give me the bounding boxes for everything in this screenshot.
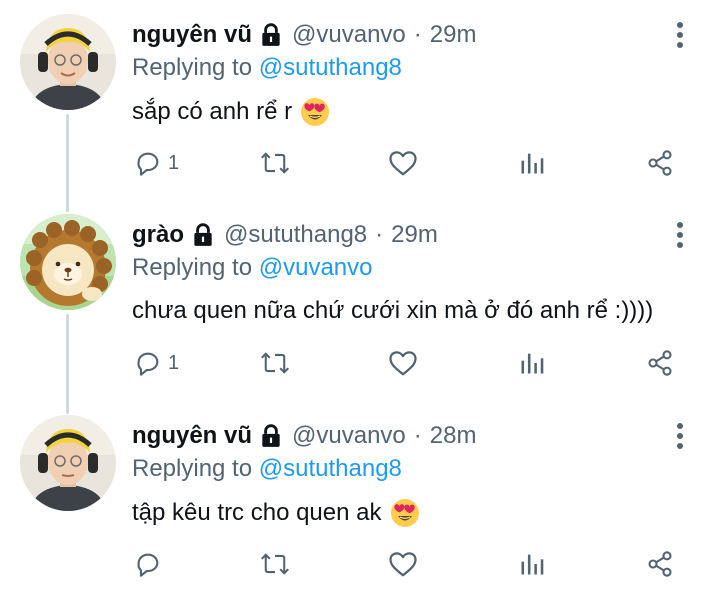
- tweet-text: sắp có anh rể r: [132, 97, 330, 127]
- share-button[interactable]: [646, 346, 674, 380]
- display-name[interactable]: grào: [132, 221, 184, 249]
- like-button[interactable]: [388, 346, 418, 380]
- tweet-text-content: chưa quen nữa chứ cưới xin mà ở đó anh r…: [132, 297, 654, 324]
- separator-dot: ·: [413, 422, 422, 449]
- heart-icon: [389, 552, 417, 577]
- display-name[interactable]: nguyên vũ: [132, 21, 252, 49]
- more-options-icon[interactable]: [668, 220, 692, 250]
- display-name[interactable]: nguyên vũ: [132, 422, 252, 450]
- timestamp[interactable]: 29m: [391, 221, 438, 249]
- reply-button[interactable]: 1: [134, 146, 179, 180]
- timestamp[interactable]: 28m: [430, 422, 477, 450]
- replying-to-label: Replying to: [132, 54, 253, 81]
- heart-icon: [389, 351, 417, 376]
- person-avatar-image: [20, 415, 116, 511]
- share-button[interactable]: [646, 146, 674, 180]
- share-icon: [648, 150, 672, 176]
- retweet-button[interactable]: [260, 547, 290, 581]
- analytics-button[interactable]: [518, 146, 546, 180]
- tweet-text: tập kêu trc cho quen ak: [132, 498, 420, 528]
- timestamp[interactable]: 29m: [430, 21, 477, 49]
- replying-to-line: Replying to @sututhang8: [132, 455, 402, 483]
- reply-count: 1: [168, 151, 180, 174]
- avatar[interactable]: [20, 14, 116, 110]
- retweet-button[interactable]: [260, 346, 290, 380]
- tweet-actions: [0, 547, 720, 581]
- retweet-icon: [260, 553, 290, 575]
- like-button[interactable]: [388, 547, 418, 581]
- replying-to-label: Replying to: [132, 455, 253, 482]
- tweet-actions: 1: [0, 146, 720, 180]
- retweet-icon: [260, 352, 290, 374]
- tweet-header: nguyên vũ @vuvanvo · 28m: [132, 419, 476, 453]
- reply-icon: [137, 152, 159, 176]
- tweet[interactable]: nguyên vũ @vuvanvo · 28m Replying to @su…: [0, 401, 720, 601]
- replying-to-line: Replying to @sututhang8: [132, 54, 402, 82]
- avatar[interactable]: [20, 415, 116, 511]
- user-handle[interactable]: @vuvanvo: [292, 422, 406, 450]
- person-avatar-image: [20, 14, 116, 110]
- separator-dot: ·: [375, 221, 384, 248]
- mention-link[interactable]: @vuvanvo: [259, 254, 373, 281]
- tweet[interactable]: nguyên vũ @vuvanvo · 29m Replying to @su…: [0, 0, 720, 200]
- analytics-icon: [521, 353, 544, 374]
- tweet-header: nguyên vũ @vuvanvo · 29m: [132, 18, 476, 52]
- more-options-icon[interactable]: [668, 421, 692, 451]
- reply-icon: [137, 553, 159, 577]
- tweet-actions: 1: [0, 346, 720, 380]
- heart-icon: [389, 151, 417, 176]
- replying-to-label: Replying to: [132, 254, 253, 281]
- heart-eyes-emoji-icon: [390, 499, 419, 527]
- avatar[interactable]: [20, 214, 116, 310]
- user-handle[interactable]: @vuvanvo: [292, 21, 406, 49]
- analytics-button[interactable]: [518, 346, 546, 380]
- retweet-icon: [260, 152, 290, 174]
- tweet-text: chưa quen nữa chứ cưới xin mà ở đó anh r…: [132, 297, 653, 325]
- replying-to-line: Replying to @vuvanvo: [132, 254, 373, 282]
- share-button[interactable]: [646, 547, 674, 581]
- tweet[interactable]: grào @sututhang8 · 29m Replying to @vuva…: [0, 200, 720, 400]
- heart-eyes-emoji-icon: [301, 98, 330, 126]
- retweet-button[interactable]: [260, 146, 290, 180]
- reply-button[interactable]: 1: [134, 346, 179, 380]
- mention-link[interactable]: @sututhang8: [259, 455, 402, 482]
- tweet-text-content: sắp có anh rể r: [132, 98, 293, 125]
- lock-icon: [194, 223, 212, 246]
- mention-link[interactable]: @sututhang8: [259, 54, 402, 81]
- reply-button[interactable]: [134, 547, 168, 581]
- share-icon: [648, 350, 672, 376]
- analytics-button[interactable]: [518, 547, 546, 581]
- analytics-icon: [521, 554, 544, 575]
- reply-count: 1: [168, 351, 180, 374]
- more-options-icon[interactable]: [668, 20, 692, 50]
- analytics-icon: [521, 153, 544, 174]
- lock-icon: [262, 23, 280, 46]
- tweet-header: grào @sututhang8 · 29m: [132, 218, 438, 252]
- lion-avatar-image: [20, 214, 116, 310]
- separator-dot: ·: [413, 21, 422, 48]
- user-handle[interactable]: @sututhang8: [224, 221, 367, 249]
- share-icon: [648, 551, 672, 577]
- reply-icon: [137, 352, 159, 376]
- tweet-text-content: tập kêu trc cho quen ak: [132, 499, 382, 526]
- like-button[interactable]: [388, 146, 418, 180]
- lock-icon: [262, 424, 280, 447]
